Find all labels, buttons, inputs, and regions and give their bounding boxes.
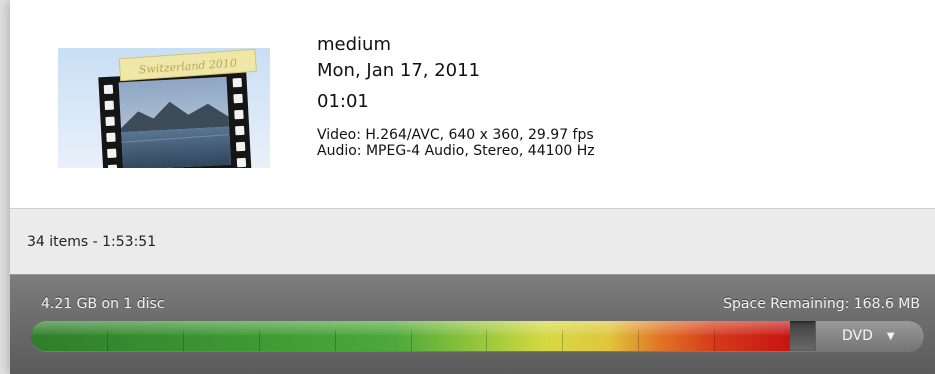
disc-usage-label: 4.21 GB on 1 disc [41, 296, 165, 312]
media-type-value: DVD [842, 328, 873, 344]
dropdown-triangle-icon: ▼ [886, 330, 895, 342]
capacity-segment-divider [258, 330, 260, 351]
disc-capacity-panel: 4.21 GB on 1 disc Space Remaining: 168.6… [10, 275, 935, 374]
media-type-select[interactable]: DVD ▼ [815, 321, 924, 351]
film-strip-icon: Switzerland 2010 [98, 48, 257, 168]
item-thumbnail[interactable]: Switzerland 2010 [58, 48, 270, 168]
capacity-meter-fill [31, 321, 791, 351]
items-count-label: 34 items - 1:53:51 [27, 234, 157, 250]
capacity-segment-divider [410, 330, 412, 351]
capacity-segment-divider [486, 330, 488, 351]
capacity-meter-segments [31, 321, 790, 351]
item-metadata: medium Mon, Jan 17, 2011 01:01 Video: H.… [317, 34, 595, 159]
item-date: Mon, Jan 17, 2011 [317, 60, 481, 81]
video-spec: Video: H.264/AVC, 640 x 360, 29.97 fps [317, 127, 594, 143]
capacity-segment-divider [714, 330, 716, 351]
capacity-segment-divider [562, 330, 564, 351]
project-summary-bar: 34 items - 1:53:51 [10, 209, 935, 275]
item-info-panel: Switzerland 2010 medium Mon, Jan 17, 201… [10, 0, 935, 209]
project-window: Switzerland 2010 medium Mon, Jan 17, 201… [10, 0, 935, 374]
capacity-segment-divider [182, 330, 184, 351]
item-title: medium [317, 34, 391, 55]
space-remaining-label: Space Remaining: 168.6 MB [723, 296, 920, 312]
capacity-meter: DVD ▼ [31, 321, 924, 351]
capacity-segment-divider [334, 330, 336, 351]
capacity-segment-divider [638, 330, 640, 351]
capacity-segment-divider [106, 330, 108, 351]
item-duration: 01:01 [317, 91, 369, 112]
audio-spec: Audio: MPEG-4 Audio, Stereo, 44100 Hz [317, 143, 595, 159]
